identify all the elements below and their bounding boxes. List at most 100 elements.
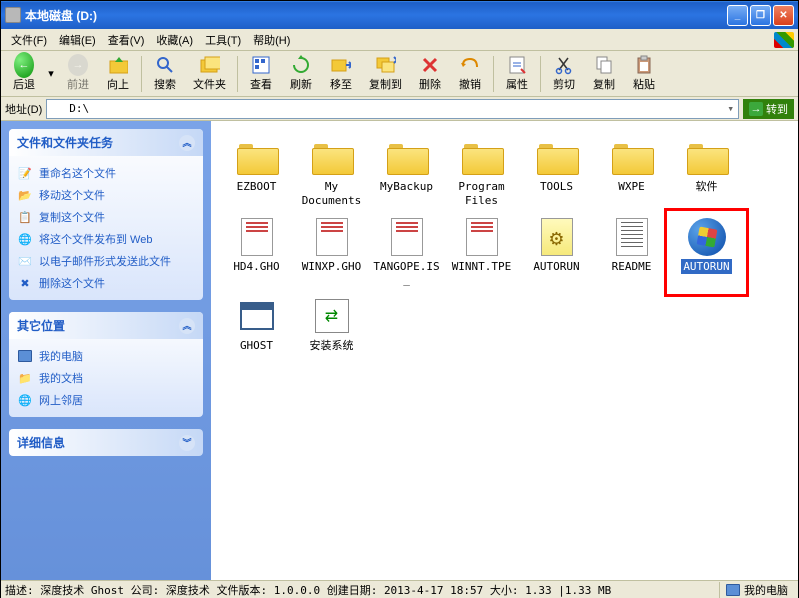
paste-label: 粘贴 bbox=[633, 76, 655, 92]
place-item[interactable]: 🌐网上邻居 bbox=[17, 389, 195, 411]
file-item[interactable]: HD4.GHO bbox=[219, 213, 294, 293]
file-item[interactable]: AUTORUN bbox=[519, 213, 594, 293]
place-label: 我的文档 bbox=[39, 370, 83, 386]
document-icon bbox=[316, 218, 348, 256]
place-icon: 🌐 bbox=[17, 392, 33, 408]
minimize-button[interactable]: _ bbox=[727, 5, 748, 26]
file-item[interactable]: GHOST bbox=[219, 292, 294, 358]
places-header-label: 其它位置 bbox=[17, 317, 65, 334]
menu-tools[interactable]: 工具(T) bbox=[199, 30, 247, 50]
delete-button[interactable]: 删除 bbox=[411, 53, 449, 95]
forward-button: → 前进 bbox=[59, 53, 97, 95]
file-item[interactable]: WXPE bbox=[594, 133, 669, 213]
refresh-button[interactable]: 刷新 bbox=[282, 53, 320, 95]
menu-edit[interactable]: 编辑(E) bbox=[53, 30, 102, 50]
undo-label: 撤销 bbox=[459, 76, 481, 92]
drive-icon bbox=[5, 7, 21, 23]
file-item[interactable]: ⇄安装系统 bbox=[294, 292, 369, 358]
forward-arrow-icon: → bbox=[68, 54, 88, 76]
copy-to-icon bbox=[376, 55, 396, 75]
file-item[interactable]: MyBackup bbox=[369, 133, 444, 213]
task-item[interactable]: ✉️以电子邮件形式发送此文件 bbox=[17, 250, 195, 272]
copy-icon bbox=[594, 55, 614, 75]
task-item[interactable]: 📝重命名这个文件 bbox=[17, 162, 195, 184]
close-button[interactable]: ✕ bbox=[773, 5, 794, 26]
back-button[interactable]: ← 后退 bbox=[5, 53, 43, 95]
windows-flag-icon bbox=[774, 32, 794, 48]
menu-file[interactable]: 文件(F) bbox=[5, 30, 53, 50]
task-item[interactable]: ✖删除这个文件 bbox=[17, 272, 195, 294]
menu-view[interactable]: 查看(V) bbox=[102, 30, 151, 50]
separator bbox=[141, 56, 142, 92]
copy-to-button[interactable]: 复制到 bbox=[362, 53, 409, 95]
undo-icon bbox=[460, 55, 480, 75]
content-area: 文件和文件夹任务 ︽ 📝重命名这个文件📂移动这个文件📋复制这个文件 🌐 将这个文件发… bbox=[1, 121, 798, 580]
search-label: 搜索 bbox=[154, 76, 176, 92]
file-item[interactable]: Program Files bbox=[444, 133, 519, 213]
cut-icon bbox=[554, 55, 574, 75]
task-icon: 📋 bbox=[17, 209, 33, 225]
file-label: AUTORUN bbox=[681, 259, 731, 275]
paste-button[interactable]: 粘贴 bbox=[625, 53, 663, 95]
file-item[interactable]: AUTORUN bbox=[669, 213, 744, 293]
refresh-icon bbox=[291, 55, 311, 75]
folders-button[interactable]: 文件夹 bbox=[186, 53, 233, 95]
file-item[interactable]: WINNT.TPE bbox=[444, 213, 519, 293]
place-item[interactable]: 📁我的文档 bbox=[17, 367, 195, 389]
task-item[interactable]: 📂移动这个文件 bbox=[17, 184, 195, 206]
folder-icon bbox=[312, 141, 352, 173]
properties-button[interactable]: 属性 bbox=[498, 53, 536, 95]
folder-icon bbox=[612, 141, 652, 173]
places-panel-header[interactable]: 其它位置 ︽ bbox=[9, 312, 203, 339]
view-button[interactable]: 查看 bbox=[242, 53, 280, 95]
address-bar: 地址(D) D:\ ▾ → 转到 bbox=[1, 97, 798, 121]
file-view[interactable]: EZBOOTMy DocumentsMyBackupProgram FilesT… bbox=[211, 121, 798, 580]
cut-button[interactable]: 剪切 bbox=[545, 53, 583, 95]
task-label: 将这个文件发布到 Web bbox=[39, 231, 152, 247]
menu-favorites[interactable]: 收藏(A) bbox=[150, 30, 199, 50]
file-item[interactable]: TOOLS bbox=[519, 133, 594, 213]
details-panel-header[interactable]: 详细信息 ︾ bbox=[9, 429, 203, 456]
delete-label: 删除 bbox=[419, 76, 441, 92]
move-to-button[interactable]: 移至 bbox=[322, 53, 360, 95]
places-panel: 其它位置 ︽ 我的电脑📁我的文档🌐网上邻居 bbox=[9, 312, 203, 417]
task-icon: 🌐 bbox=[17, 231, 33, 247]
computer-icon bbox=[726, 584, 740, 596]
place-item[interactable]: 我的电脑 bbox=[17, 345, 195, 367]
forward-label: 前进 bbox=[67, 76, 89, 92]
copy-button[interactable]: 复制 bbox=[585, 53, 623, 95]
move-to-icon bbox=[331, 55, 351, 75]
toolbar: ← 后退 ▾ → 前进 向上 搜索 文件夹 查看 刷新 移至 复制到 删除 撤 bbox=[1, 51, 798, 97]
search-button[interactable]: 搜索 bbox=[146, 53, 184, 95]
tasks-panel-header[interactable]: 文件和文件夹任务 ︽ bbox=[9, 129, 203, 156]
task-item[interactable]: 📋复制这个文件 bbox=[17, 206, 195, 228]
task-item[interactable]: 🌐 将这个文件发布到 Web bbox=[17, 228, 195, 250]
go-button[interactable]: → 转到 bbox=[743, 99, 794, 119]
task-label: 移动这个文件 bbox=[39, 187, 105, 203]
file-label: HD4.GHO bbox=[231, 259, 281, 275]
chevron-up-icon: ︽ bbox=[179, 318, 195, 334]
view-label: 查看 bbox=[250, 76, 272, 92]
back-dropdown[interactable]: ▾ bbox=[45, 53, 57, 95]
file-item[interactable]: WINXP.GHO bbox=[294, 213, 369, 293]
menu-help[interactable]: 帮助(H) bbox=[247, 30, 296, 50]
address-input[interactable]: D:\ ▾ bbox=[46, 99, 739, 119]
undo-button[interactable]: 撤销 bbox=[451, 53, 489, 95]
cut-label: 剪切 bbox=[553, 76, 575, 92]
file-label: AUTORUN bbox=[531, 259, 581, 275]
file-label: EZBOOT bbox=[235, 179, 279, 195]
file-label: WXPE bbox=[616, 179, 647, 195]
file-item[interactable]: My Documents bbox=[294, 133, 369, 213]
file-item[interactable]: 软件 bbox=[669, 133, 744, 213]
file-item[interactable]: README bbox=[594, 213, 669, 293]
chevron-down-icon: ︾ bbox=[179, 435, 195, 451]
details-panel: 详细信息 ︾ bbox=[9, 429, 203, 456]
address-dropdown-icon[interactable]: ▾ bbox=[727, 102, 734, 115]
go-label: 转到 bbox=[766, 101, 788, 117]
status-description: 描述: 深度技术 Ghost 公司: 深度技术 文件版本: 1.0.0.0 创建… bbox=[5, 582, 719, 598]
maximize-button[interactable]: ❐ bbox=[750, 5, 771, 26]
up-button[interactable]: 向上 bbox=[99, 53, 137, 95]
file-item[interactable]: TANGOPE.IS_ bbox=[369, 213, 444, 293]
file-label: TOOLS bbox=[538, 179, 575, 195]
file-item[interactable]: EZBOOT bbox=[219, 133, 294, 213]
